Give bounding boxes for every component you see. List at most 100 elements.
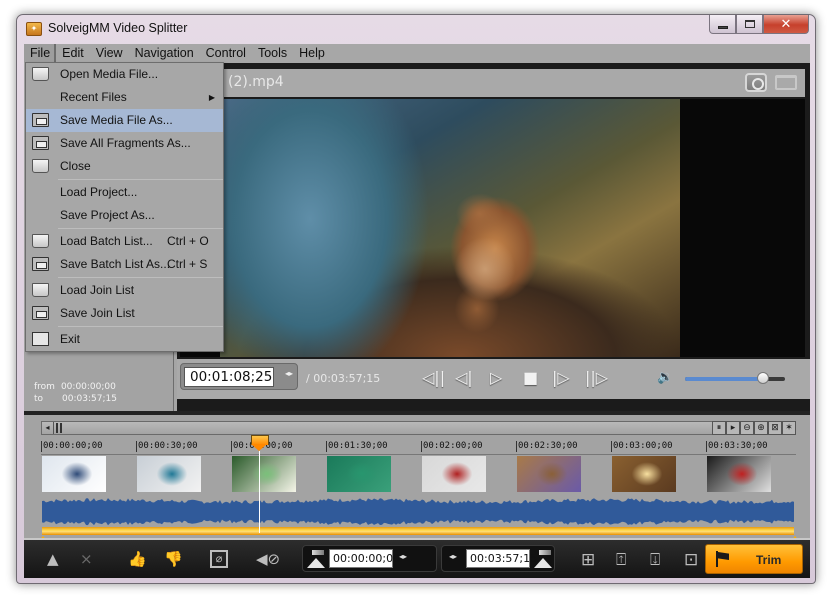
volume-knob[interactable] bbox=[757, 372, 769, 384]
maximize-button[interactable] bbox=[736, 15, 763, 34]
transport-bar: 00:01:08;25 ◂▸ / 00:03:57;15 ◁|| ◁| ▷ ■ … bbox=[177, 359, 810, 399]
start-time-input[interactable]: 00:00:00;00 bbox=[329, 549, 400, 568]
thumbnail-wave-tube[interactable] bbox=[232, 456, 296, 492]
menu-item-shortcut: Ctrl + O bbox=[167, 234, 209, 248]
to-label: to bbox=[34, 394, 44, 404]
marker-delete-icon[interactable]: ⨯ bbox=[80, 550, 93, 568]
menu-control[interactable]: Control bbox=[200, 44, 252, 63]
from-label: from bbox=[34, 382, 55, 392]
start-time-group: 00:00:00;00 ◂▸ bbox=[302, 545, 437, 572]
end-time-spin-icon[interactable]: ◂▸ bbox=[449, 552, 457, 561]
menu-file[interactable]: File bbox=[24, 44, 57, 63]
video-pane: (2).mp4 00:01:08;25 ◂▸ / 00:03:57;15 ◁||… bbox=[177, 63, 810, 411]
stop-button[interactable]: ■ bbox=[523, 368, 538, 387]
save-fragment-icon[interactable]: ⍐ bbox=[616, 550, 626, 570]
current-time-input[interactable]: 00:01:08;25 bbox=[184, 367, 274, 387]
snapshot-camera-icon[interactable] bbox=[745, 73, 767, 92]
video-frame[interactable] bbox=[180, 99, 805, 357]
close-button[interactable]: ✕ bbox=[763, 15, 809, 34]
thumbnail-race-driver[interactable] bbox=[707, 456, 771, 492]
menu-item-label: Save Media File As... bbox=[60, 113, 173, 127]
fit-to-window-icon[interactable]: ⊠ bbox=[768, 421, 782, 435]
window-title: SolveigMM Video Splitter bbox=[48, 21, 188, 35]
marker-add-icon[interactable]: ▲ bbox=[47, 550, 59, 568]
end-time-input[interactable]: 00:03:57;15 bbox=[466, 549, 537, 568]
save-all-fragments-icon[interactable]: ⍗ bbox=[650, 550, 660, 570]
title-bar: ✦ SolveigMM Video Splitter ✕ bbox=[17, 15, 815, 43]
play-button[interactable]: ▷ bbox=[490, 368, 502, 387]
end-time-group: ◂▸ 00:03:57;15 bbox=[441, 545, 555, 572]
folder-join-icon bbox=[32, 283, 49, 297]
time-ruler[interactable]: 00:00:00;00 00:00:30;00 00:01:00;00 00:01:3… bbox=[41, 441, 796, 455]
invert-selection-icon[interactable]: ⌀ bbox=[210, 550, 228, 568]
floppy-icon bbox=[32, 113, 49, 127]
from-value: 00:00:00;00 bbox=[60, 382, 116, 392]
thumbnail-skier-goggles[interactable] bbox=[137, 456, 201, 492]
to-value: 00:03:57;15 bbox=[62, 394, 117, 404]
zoom-out-icon[interactable]: ⊖ bbox=[740, 421, 754, 435]
playhead-marker[interactable] bbox=[250, 435, 269, 451]
thumbnail-skateboarder[interactable] bbox=[422, 456, 486, 492]
split-view-icon[interactable]: ✶ bbox=[782, 421, 796, 435]
thumbnail-snowboarder[interactable] bbox=[42, 456, 106, 492]
save-join-icon bbox=[32, 306, 49, 320]
menu-item-save-media-file-as[interactable]: Save Media File As... bbox=[26, 109, 223, 132]
total-duration: / 00:03:57;15 bbox=[306, 372, 381, 385]
menu-item-save-join-list[interactable]: Save Join List bbox=[26, 302, 223, 325]
menu-item-label: Exit bbox=[60, 332, 81, 346]
set-end-marker-icon[interactable] bbox=[534, 550, 552, 568]
folder-search-icon[interactable] bbox=[775, 75, 797, 90]
start-time-spin-icon[interactable]: ◂▸ bbox=[399, 552, 407, 561]
next-frame-button[interactable]: |▷ bbox=[552, 368, 570, 387]
menu-edit[interactable]: Edit bbox=[56, 44, 90, 63]
timeline-scrollbar[interactable]: ◂ ⏸ ▸ ⊖ ⊕ ⊠ ✶ bbox=[41, 421, 796, 435]
menu-item-close[interactable]: Close bbox=[26, 155, 223, 178]
menu-tools[interactable]: Tools bbox=[252, 44, 293, 63]
volume-icon[interactable]: 🔉 bbox=[657, 370, 673, 385]
menu-item-recent-files[interactable]: Recent Files ▶ bbox=[26, 86, 223, 109]
menu-item-load-join-list[interactable]: Load Join List bbox=[26, 279, 223, 302]
maximize-icon bbox=[744, 20, 755, 28]
set-start-marker-icon[interactable] bbox=[307, 550, 325, 568]
thumbs-up-icon[interactable]: 👍 bbox=[128, 550, 147, 568]
mute-icon[interactable]: ◀⊘ bbox=[256, 550, 280, 568]
audio-waveform[interactable] bbox=[42, 498, 794, 526]
save-batch-icon bbox=[32, 257, 49, 271]
volume-fill bbox=[685, 377, 763, 381]
menu-navigation[interactable]: Navigation bbox=[129, 44, 200, 63]
menu-item-save-project-as[interactable]: Save Project As... bbox=[26, 204, 223, 227]
thumbnail-swimmer-green[interactable] bbox=[327, 456, 391, 492]
trim-button[interactable]: Trim bbox=[705, 544, 803, 574]
scroll-right-icon[interactable]: ▸ bbox=[726, 421, 740, 435]
thumbs-down-icon[interactable]: 👎 bbox=[164, 550, 183, 568]
scroll-left-button[interactable]: ◂ bbox=[42, 422, 54, 434]
batch-list-icon[interactable]: ⊡ bbox=[684, 550, 698, 570]
menu-help[interactable]: Help bbox=[293, 44, 331, 63]
minimize-icon bbox=[717, 25, 728, 29]
next-marker-button[interactable]: ||▷ bbox=[585, 368, 608, 387]
scroll-thumb[interactable] bbox=[56, 423, 62, 433]
thumbnail-motocross[interactable] bbox=[612, 456, 676, 492]
film-fit-icon[interactable]: ⊞ bbox=[581, 550, 595, 570]
zoom-in-icon[interactable]: ⊕ bbox=[754, 421, 768, 435]
menu-item-open-media-file[interactable]: Open Media File... bbox=[26, 63, 223, 86]
minimize-button[interactable] bbox=[709, 15, 736, 34]
timeline-area: ◂ ⏸ ▸ ⊖ ⊕ ⊠ ✶ 00:00:00;00 00:00:30;00 00:0… bbox=[24, 415, 810, 545]
pause-icon[interactable]: ⏸ bbox=[712, 421, 726, 435]
menu-item-save-all-fragments-as[interactable]: Save All Fragments As... bbox=[26, 132, 223, 155]
time-spin-icon[interactable]: ◂▸ bbox=[285, 369, 293, 378]
menu-item-label: Close bbox=[60, 159, 91, 173]
prev-marker-button[interactable]: ◁|| bbox=[422, 368, 445, 387]
selection-bar[interactable] bbox=[42, 527, 794, 535]
menu-item-load-project[interactable]: Load Project... bbox=[26, 181, 223, 204]
menu-separator bbox=[58, 228, 223, 229]
menu-item-save-batch-list-as[interactable]: Save Batch List As... Ctrl + S bbox=[26, 253, 223, 276]
menu-view[interactable]: View bbox=[90, 44, 129, 63]
prev-frame-button[interactable]: ◁| bbox=[455, 368, 473, 387]
menu-item-exit[interactable]: Exit bbox=[26, 328, 223, 351]
thumbnail-bmx-rider[interactable] bbox=[517, 456, 581, 492]
menu-item-label: Open Media File... bbox=[60, 67, 159, 81]
tick-label: 00:00:00;00 bbox=[41, 441, 103, 452]
menu-item-load-batch-list[interactable]: Load Batch List... Ctrl + O bbox=[26, 230, 223, 253]
volume-slider[interactable] bbox=[685, 372, 785, 384]
